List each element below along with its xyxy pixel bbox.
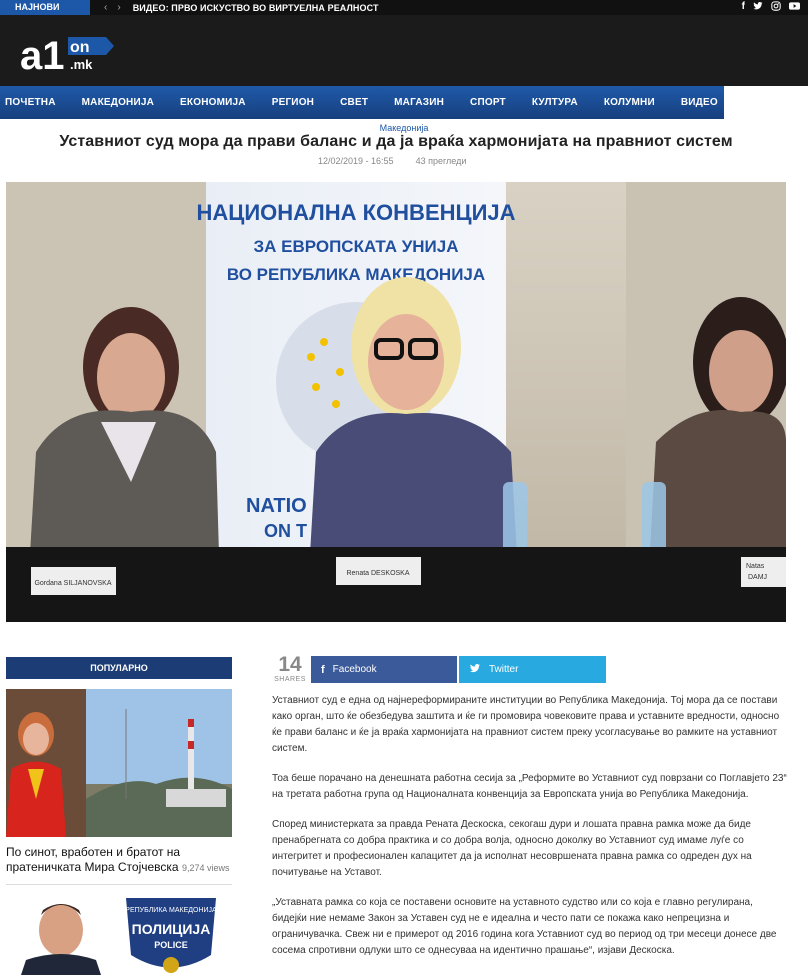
article-paragraph: Тоа беше порачано на денешната работна с…	[272, 773, 787, 800]
banner-line-3: ВО РЕПУБЛИКА МАКЕДОНИЈА	[227, 265, 485, 284]
ticker-label: НАЈНОВИ ВЕСТИ	[0, 0, 90, 27]
article-category[interactable]: Македонија	[0, 123, 808, 133]
banner-lower-2: ON T	[264, 521, 307, 541]
nav-item-economy[interactable]: ЕКОНОМИЈА	[180, 97, 246, 108]
nav-item-columns[interactable]: КОЛУМНИ	[604, 97, 655, 108]
article-hero-image: НАЦИОНАЛНА КОНВЕНЦИЈА ЗА ЕВРОПСКАТА УНИЈ…	[6, 182, 786, 622]
news-ticker: НАЈНОВИ ВЕСТИ ‹ › ВИДЕО: ПРВО ИСКУСТВО В…	[0, 0, 808, 27]
article-title: Уставниот суд мора да прави баланс и да …	[59, 133, 733, 150]
nav-item-macedonia[interactable]: МАКЕДОНИЈА	[82, 97, 154, 108]
badge-mid-text: ПОЛИЦИЈА	[132, 921, 211, 937]
popular-item-1-headline[interactable]: По синот, вработен и братот на пратеничк…	[6, 845, 180, 874]
popular-item-1-views: 9,274 views	[181, 863, 230, 873]
nav-item-video[interactable]: ВИДЕО	[681, 97, 718, 108]
article-paragraph: Уставниот суд е една од најнереформирани…	[272, 695, 780, 754]
svg-text:on: on	[70, 39, 90, 56]
popular-item-1-image[interactable]	[6, 689, 232, 837]
banner-lower-1: NATIO	[246, 495, 307, 517]
site-header: a1 on .mk	[0, 15, 808, 86]
share-count: 14	[278, 653, 302, 676]
article-date: 12/02/2019 - 16:55	[318, 156, 394, 166]
twitter-share-label: Twitter	[489, 664, 519, 675]
twitter-icon[interactable]	[753, 1, 763, 14]
share-label: SHARES	[274, 676, 306, 683]
popular-item-2-image[interactable]: РЕПУБЛИКА МАКЕДОНИЈА ПОЛИЦИЈА POLICE	[6, 890, 232, 975]
badge-top-text: РЕПУБЛИКА МАКЕДОНИЈА	[125, 907, 217, 914]
facebook-icon[interactable]: f	[742, 1, 745, 14]
ticker-controls: ‹ ›	[104, 2, 121, 13]
site-logo[interactable]: a1 on .mk	[20, 31, 115, 78]
nav-item-sport[interactable]: СПОРТ	[470, 97, 506, 108]
article-paragraph: Според министерката за правда Рената Дес…	[272, 819, 752, 878]
article-views: 43 прегледи	[415, 156, 467, 166]
article-meta: 12/02/2019 - 16:55 43 прегледи	[318, 156, 466, 166]
instagram-icon[interactable]	[771, 1, 781, 14]
sidebar-divider	[6, 884, 232, 885]
facebook-share-label: Facebook	[332, 664, 377, 675]
youtube-icon[interactable]	[789, 1, 800, 14]
chevron-right-icon[interactable]: ›	[117, 2, 120, 13]
svg-text:.mk: .mk	[70, 57, 93, 72]
social-links: f	[742, 1, 800, 14]
nav-item-magazine[interactable]: МАГАЗИН	[394, 97, 444, 108]
nameplate-left: Gordana SILJANOVSKA	[34, 580, 111, 587]
twitter-icon	[469, 663, 481, 677]
facebook-icon: f	[321, 663, 325, 676]
share-counter: 14 SHARES	[272, 653, 308, 684]
nav-item-world[interactable]: СВЕТ	[340, 97, 368, 108]
facebook-share-button[interactable]: f Facebook	[311, 656, 457, 683]
nav-item-home[interactable]: ПОЧЕТНА	[5, 97, 56, 108]
popular-item-1-title[interactable]: По синот, вработен и братот на пратеничк…	[6, 845, 234, 876]
nameplate-center: Renata DESKOSKA	[346, 570, 409, 577]
main-nav: ПОЧЕТНА МАКЕДОНИЈА ЕКОНОМИЈА РЕГИОН СВЕТ…	[0, 86, 724, 119]
svg-text:a1: a1	[20, 34, 65, 73]
banner-line-2: ЗА ЕВРОПСКАТА УНИЈА	[253, 237, 458, 256]
twitter-share-button[interactable]: Twitter	[459, 656, 606, 683]
ticker-headline[interactable]: ВИДЕО: ПРВО ИСКУСТВО ВО ВИРТУЕЛНА РЕАЛНО…	[133, 3, 379, 13]
nav-item-culture[interactable]: КУЛТУРА	[532, 97, 578, 108]
nameplate-right-1: Natas	[746, 563, 765, 570]
banner-line-1: НАЦИОНАЛНА КОНВЕНЦИЈА	[196, 200, 515, 225]
nameplate-right-2: DAMJ	[748, 574, 767, 581]
article-paragraph: „Уставната рамка со која се поставени ос…	[272, 897, 777, 956]
article-body: Уставниот суд е една од најнереформирани…	[272, 693, 788, 973]
badge-bottom-text: POLICE	[154, 940, 188, 950]
nav-item-region[interactable]: РЕГИОН	[272, 97, 314, 108]
popular-heading: ПОПУЛАРНО	[6, 657, 232, 679]
chevron-left-icon[interactable]: ‹	[104, 2, 107, 13]
